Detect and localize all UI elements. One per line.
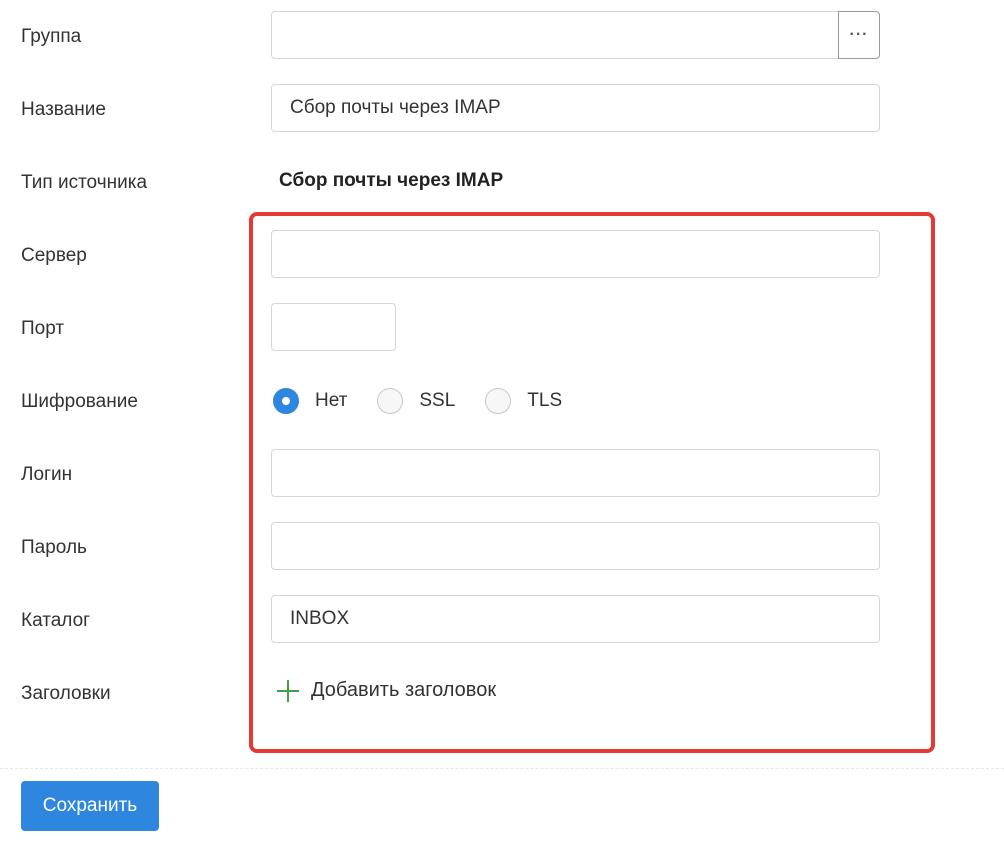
group-picker: ··· [271,11,880,59]
radio-unchecked-icon [377,388,404,414]
folder-input[interactable] [271,595,880,643]
encryption-option-label: Нет [315,390,348,411]
radio-unchecked-icon [485,388,512,414]
port-input[interactable] [271,303,396,351]
password-label: Пароль [21,537,87,558]
name-input[interactable] [271,84,880,132]
radio-checked-icon [273,388,299,414]
server-input[interactable] [271,230,880,278]
encryption-option-label: SSL [419,390,456,411]
group-browse-button[interactable]: ··· [838,11,880,59]
password-input[interactable] [271,522,880,570]
login-input[interactable] [271,449,880,497]
group-input[interactable] [271,11,839,59]
server-label: Сервер [21,245,87,266]
add-header-button[interactable]: Добавить заголовок [277,679,496,702]
plus-icon [277,679,299,702]
folder-label: Каталог [21,610,91,631]
encryption-label: Шифрование [21,391,138,412]
group-label: Группа [21,26,82,47]
name-label: Название [21,99,106,120]
source-type-value: Сбор почты через IMAP [279,170,504,191]
imap-source-form: Группа ··· Название Тип источника Сбор п… [0,0,1004,842]
add-header-label: Добавить заголовок [311,679,497,701]
footer-divider [0,768,1004,769]
save-button[interactable]: Сохранить [21,781,159,831]
encryption-option-label: TLS [527,390,563,411]
headers-label: Заголовки [21,683,111,704]
encryption-option-none[interactable]: Нет [273,388,347,414]
login-label: Логин [21,464,73,485]
encryption-radio-group: Нет SSL TLS [273,386,562,416]
port-label: Порт [21,318,65,339]
encryption-option-ssl[interactable]: SSL [377,388,455,414]
encryption-option-tls[interactable]: TLS [485,388,562,414]
source-type-label: Тип источника [21,172,148,193]
ellipsis-icon: ··· [849,26,869,43]
